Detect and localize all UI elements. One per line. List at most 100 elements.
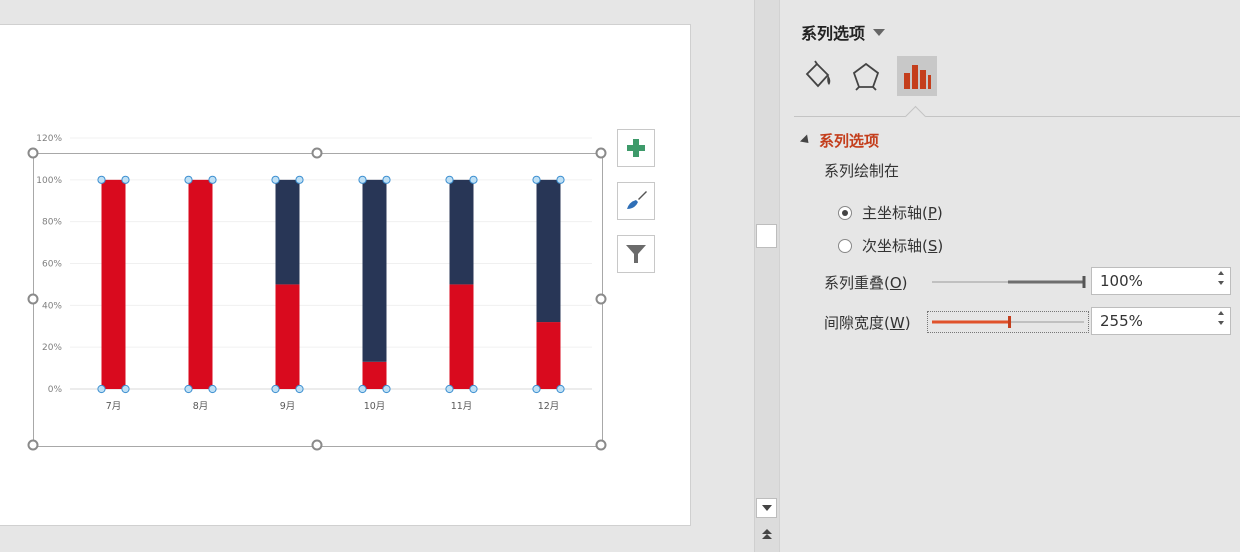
tab-fill-line[interactable] <box>798 56 838 96</box>
slide[interactable]: 0% 20% 40% 60% 80% 100% 120% 7月 8月 9月 10月 11月 12月 <box>0 24 691 526</box>
selection-handle[interactable] <box>121 175 130 184</box>
selection-handle[interactable] <box>445 175 454 184</box>
tab-effects[interactable] <box>846 56 886 96</box>
series-overlap-slider[interactable] <box>928 272 1088 292</box>
slider-thumb[interactable] <box>1008 316 1012 328</box>
gap-width-value: 255% <box>1100 312 1143 330</box>
resize-handle[interactable] <box>27 439 39 451</box>
y-tick-label: 0% <box>48 385 63 395</box>
slide-canvas-area: 0% 20% 40% 60% 80% 100% 120% 7月 8月 9月 10月 11月 12月 <box>0 0 754 552</box>
selection-handle[interactable] <box>532 175 541 184</box>
bar-segment[interactable] <box>449 179 474 285</box>
selection-handle[interactable] <box>358 384 367 394</box>
series-overlap-input[interactable]: 100% <box>1091 267 1231 295</box>
selection-handle[interactable] <box>445 384 454 394</box>
secondary-axis-option[interactable]: 次坐标轴(S) <box>838 235 943 256</box>
selection-handle[interactable] <box>97 175 106 184</box>
resize-handle[interactable] <box>595 147 607 159</box>
resize-handle[interactable] <box>595 439 607 451</box>
gap-width-input[interactable]: 255% <box>1091 307 1231 335</box>
x-tick-label: 12月 <box>538 401 560 412</box>
selection-handle[interactable] <box>469 175 478 184</box>
section-title: 系列选项 <box>819 132 880 150</box>
bar-segment[interactable] <box>188 179 213 389</box>
primary-axis-option[interactable]: 主坐标轴(P) <box>838 202 943 223</box>
selection-handle[interactable] <box>382 384 391 394</box>
gap-width-label: 间隙宽度(W) <box>824 314 911 332</box>
pane-title: 系列选项 <box>801 24 866 43</box>
selection-handle[interactable] <box>271 384 280 394</box>
selection-handle[interactable] <box>556 384 565 394</box>
bar-segment[interactable] <box>275 284 300 389</box>
collapse-triangle-icon <box>799 134 813 147</box>
x-tick-label: 11月 <box>451 401 473 412</box>
selection-handle[interactable] <box>295 175 304 184</box>
resize-handle[interactable] <box>595 293 607 305</box>
fill-line-icon <box>805 60 831 88</box>
plot-series-on-label: 系列绘制在 <box>824 162 900 180</box>
caret-down-icon <box>873 28 886 36</box>
selection-handle[interactable] <box>295 384 304 394</box>
primary-axis-radio[interactable] <box>838 205 852 220</box>
bar-segment[interactable] <box>536 322 561 389</box>
chart-filters-button[interactable] <box>617 235 655 273</box>
selection-handle[interactable] <box>382 175 391 184</box>
section-header-series-options[interactable]: 系列选项 <box>799 130 880 151</box>
plus-icon <box>627 139 645 157</box>
double-chevron-up-icon <box>761 529 772 539</box>
chart-elements-button[interactable] <box>617 129 655 167</box>
bar-segment[interactable] <box>101 179 126 389</box>
selection-handle[interactable] <box>121 384 130 394</box>
bar-segment[interactable] <box>449 284 474 389</box>
resize-handle[interactable] <box>27 293 39 305</box>
selection-handle[interactable] <box>532 384 541 394</box>
selection-handle[interactable] <box>358 175 367 184</box>
y-tick-label: 40% <box>42 301 62 311</box>
pane-title-dropdown[interactable]: 系列选项 <box>801 20 886 44</box>
pane-divider <box>794 116 1240 117</box>
chevron-down-icon <box>761 505 772 511</box>
secondary-axis-label: 次坐标轴(S) <box>862 237 944 255</box>
vertical-scrollbar[interactable] <box>754 0 779 552</box>
y-tick-label: 120% <box>36 134 62 144</box>
x-tick-label: 10月 <box>364 401 386 412</box>
chart[interactable]: 0% 20% 40% 60% 80% 100% 120% 7月 8月 9月 10月 11月 12月 <box>0 25 690 525</box>
y-tick-label: 60% <box>42 260 62 270</box>
resize-handle[interactable] <box>27 147 39 159</box>
previous-slide-button[interactable] <box>756 524 777 544</box>
bar-segment[interactable] <box>362 361 387 389</box>
selection-handle[interactable] <box>469 384 478 394</box>
bar-segment[interactable] <box>275 179 300 285</box>
selection-handle[interactable] <box>184 175 193 184</box>
y-tick-label: 100% <box>36 176 62 186</box>
resize-handle[interactable] <box>311 439 323 451</box>
x-tick-label: 9月 <box>280 401 296 412</box>
series-overlap-label: 系列重叠(O) <box>824 274 908 292</box>
x-tick-label: 7月 <box>106 401 122 412</box>
resize-handle[interactable] <box>311 147 323 159</box>
gap-width-slider[interactable] <box>927 311 1089 333</box>
chart-styles-button[interactable] <box>617 182 655 220</box>
series-options-icon <box>904 65 931 89</box>
selection-handle[interactable] <box>208 175 217 184</box>
scroll-down-button[interactable] <box>756 498 777 518</box>
paintbrush-icon <box>627 191 647 209</box>
spin-arrows[interactable] <box>1218 311 1224 325</box>
tab-series-options[interactable] <box>897 56 937 96</box>
series-overlap-value: 100% <box>1100 272 1143 290</box>
selection-handle[interactable] <box>184 384 193 394</box>
selection-handle[interactable] <box>208 384 217 394</box>
slider-thumb[interactable] <box>1082 276 1086 288</box>
selection-handle[interactable] <box>271 175 280 184</box>
format-data-series-pane: 系列选项 系列选项 系列绘制在 主坐标轴(P) 次坐标轴(S) 系列重叠(O) … <box>779 0 1240 552</box>
selection-handle[interactable] <box>556 175 565 184</box>
selection-handle[interactable] <box>97 384 106 394</box>
spin-arrows[interactable] <box>1218 271 1224 285</box>
secondary-axis-radio[interactable] <box>838 238 852 253</box>
y-tick-label: 80% <box>42 218 62 228</box>
bar-segment[interactable] <box>362 179 387 362</box>
effects-pentagon-icon <box>852 62 880 91</box>
scrollbar-thumb[interactable] <box>756 224 777 248</box>
bar-segment[interactable] <box>536 179 561 323</box>
x-tick-label: 8月 <box>193 401 209 412</box>
